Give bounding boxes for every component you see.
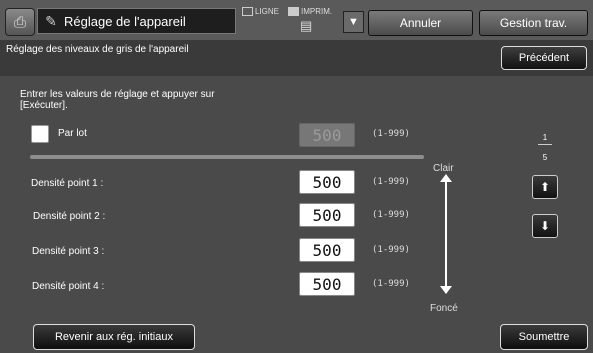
- mode-imprim-indicator: IMPRIM.: [288, 7, 333, 17]
- density-point-2-field[interactable]: 500: [299, 203, 355, 227]
- reset-defaults-button[interactable]: Revenir aux rég. initiaux: [33, 324, 195, 350]
- page-title: Réglage des niveaux de gris de l'apparei…: [6, 44, 189, 55]
- batch-range: (1-999): [372, 129, 410, 139]
- density-point-4-label: Densité point 4 :: [32, 281, 105, 292]
- density-point-4-range: (1-999): [372, 279, 410, 289]
- scale-line: [445, 177, 447, 293]
- page-current: 1: [542, 133, 548, 142]
- density-point-2-label: Densité point 2 :: [33, 211, 106, 222]
- density-point-2-range: (1-999): [372, 210, 410, 220]
- mode-ligne-label: LIGNE: [255, 7, 280, 16]
- down-arrow-icon: ⬇: [539, 219, 551, 233]
- imprim-checkbox-icon: [288, 7, 299, 17]
- page-divider: [538, 144, 552, 145]
- density-point-1-field[interactable]: 500: [299, 170, 355, 194]
- density-point-4-field[interactable]: 500: [299, 272, 355, 296]
- triangle-down-icon: ▼: [348, 16, 359, 28]
- density-point-1-label: Densité point 1 :: [31, 178, 104, 189]
- cancel-button[interactable]: Annuler: [368, 10, 473, 36]
- divider: [30, 155, 424, 159]
- mode-ligne-indicator: LIGNE: [242, 7, 280, 17]
- arrow-down-icon: [440, 286, 452, 294]
- up-arrow-icon: ⬆: [539, 180, 551, 194]
- scale-dark-label: Foncé: [430, 303, 458, 314]
- page-total: 5: [542, 153, 548, 162]
- print-job-icon: ▤: [300, 18, 313, 33]
- instruction-text: Entrer les valeurs de réglage et appuyer…: [20, 89, 215, 111]
- density-point-3-label: Densité point 3 :: [32, 246, 105, 257]
- mode-imprim-label: IMPRIM.: [301, 7, 333, 16]
- page-down-button[interactable]: ⬇: [532, 214, 558, 238]
- batch-value-field: 500: [299, 123, 355, 147]
- density-point-3-range: (1-999): [372, 245, 410, 255]
- page-up-button[interactable]: ⬆: [532, 175, 558, 199]
- scale-light-label: Clair: [433, 163, 454, 174]
- density-point-1-range: (1-999): [372, 177, 410, 187]
- app-title: Réglage de l'appareil: [64, 13, 186, 29]
- title-box: ✎ Réglage de l'appareil: [37, 8, 236, 34]
- back-button[interactable]: Précédent: [501, 46, 587, 70]
- density-point-3-field[interactable]: 500: [299, 238, 355, 262]
- job-status-button[interactable]: Gestion trav.: [479, 10, 588, 36]
- batch-checkbox[interactable]: [31, 125, 49, 143]
- ligne-checkbox-icon: [242, 7, 253, 17]
- dropdown-button[interactable]: ▼: [343, 11, 364, 33]
- submit-button[interactable]: Soumettre: [500, 324, 588, 350]
- copier-icon[interactable]: ⎙: [5, 8, 35, 36]
- tools-icon: ✎: [45, 12, 57, 29]
- batch-label: Par lot: [58, 128, 87, 139]
